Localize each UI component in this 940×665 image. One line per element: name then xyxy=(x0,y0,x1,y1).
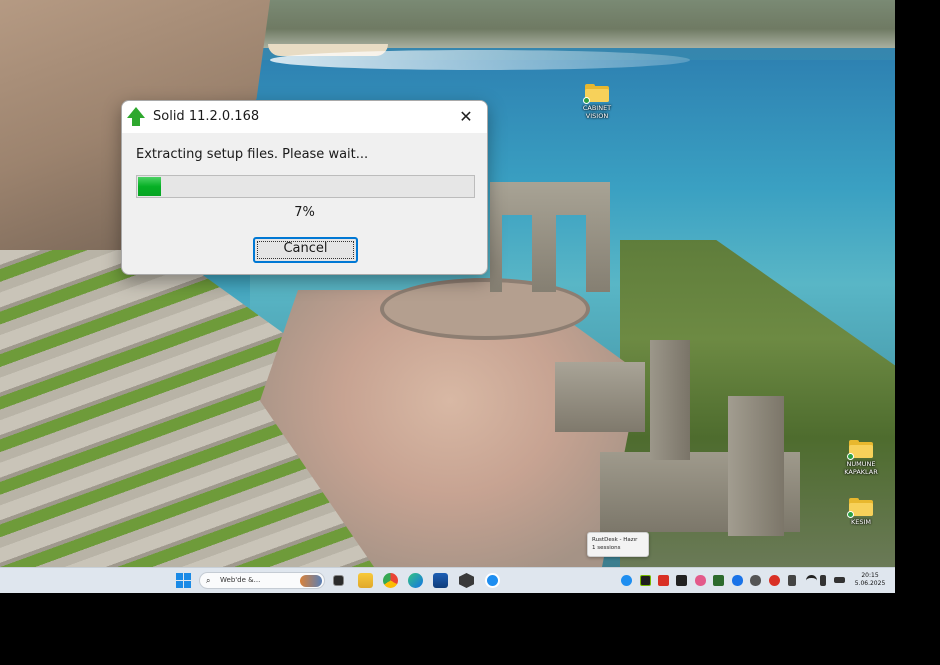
cloud-icon[interactable] xyxy=(750,575,761,586)
volume-icon[interactable] xyxy=(820,575,826,586)
desktop-icon-label: KESIM xyxy=(850,518,872,526)
desktop-icon-kesim[interactable]: KESIM xyxy=(836,498,886,526)
rustdesk-icon[interactable] xyxy=(485,573,500,588)
bluetooth-icon[interactable] xyxy=(732,575,743,586)
wallpaper-column xyxy=(728,396,784,536)
display-icon[interactable] xyxy=(713,575,724,586)
rustdesk-tray-icon[interactable] xyxy=(621,575,632,586)
store-icon[interactable] xyxy=(433,573,448,588)
progress-bar xyxy=(136,175,475,198)
wallpaper-stage-circle xyxy=(380,278,590,340)
desktop-icon-numune-kapaklar[interactable]: NUMUNE KAPAKLAR xyxy=(836,440,886,476)
search-placeholder: Web'de &... xyxy=(220,576,261,584)
folder-icon xyxy=(847,440,873,460)
security-icon[interactable] xyxy=(676,575,687,586)
folder-icon xyxy=(583,84,609,104)
wallpaper-headland xyxy=(200,0,895,48)
nvidia-icon[interactable] xyxy=(640,575,651,586)
desktop-icon-label: VISION xyxy=(585,112,609,120)
battery-icon[interactable] xyxy=(834,577,845,583)
wallpaper-column xyxy=(650,340,690,460)
taskbar-clock[interactable]: 20:15 5.06.2025 xyxy=(850,572,890,588)
audio-wave-icon[interactable] xyxy=(695,575,706,586)
search-icon: ⌕ xyxy=(206,576,211,585)
search-highlight-icon xyxy=(300,575,322,587)
defender-icon[interactable] xyxy=(769,575,780,586)
folder-icon xyxy=(847,498,873,518)
green-up-arrow-icon xyxy=(127,107,145,127)
tooltip-title: RustDesk - Hazır xyxy=(592,537,638,543)
clock-time: 20:15 xyxy=(861,572,879,579)
dialog-titlebar[interactable]: Solid 11.2.0.168 ✕ xyxy=(122,101,487,133)
wallpaper-surf xyxy=(270,50,690,70)
rustdesk-tooltip: RustDesk - Hazır 1 sessions xyxy=(587,532,649,557)
chrome-icon[interactable] xyxy=(383,573,398,588)
extract-dialog: Solid 11.2.0.168 ✕ Extracting setup file… xyxy=(121,100,488,275)
app-icon[interactable] xyxy=(459,573,474,588)
progress-percent: 7% xyxy=(294,205,315,220)
taskbar-search[interactable]: ⌕ Web'de &... xyxy=(199,572,325,589)
desktop: CABINET VISION NUMUNE KAPAKLAR KESIM Rus… xyxy=(0,0,895,567)
cancel-button[interactable]: Cancel xyxy=(253,237,358,263)
usb-icon[interactable] xyxy=(788,575,796,586)
close-button[interactable]: ✕ xyxy=(445,101,487,133)
clock-date: 5.06.2025 xyxy=(854,580,886,587)
progress-fill xyxy=(138,177,161,196)
task-view-icon[interactable] xyxy=(333,575,344,586)
edge-icon[interactable] xyxy=(408,573,423,588)
desktop-icon-label: CABINET xyxy=(582,104,612,112)
dialog-message: Extracting setup files. Please wait... xyxy=(136,147,369,162)
tooltip-subtitle: 1 sessions xyxy=(592,545,621,551)
wifi-icon[interactable] xyxy=(806,575,817,586)
desktop-icon-label: KAPAKLAR xyxy=(844,468,878,476)
desktop-icon-label: NUMUNE xyxy=(846,460,876,468)
dialog-title: Solid 11.2.0.168 xyxy=(153,109,260,124)
start-icon[interactable] xyxy=(176,573,191,588)
focus-rect xyxy=(257,241,354,259)
file-explorer-icon[interactable] xyxy=(358,573,373,588)
desktop-icon-cabinet-vision[interactable]: CABINET VISION xyxy=(572,84,622,120)
taskbar: ⌕ Web'de &... 20:15 5.06.2025 xyxy=(0,567,895,593)
wallpaper-stone-block xyxy=(555,362,645,432)
app-tray-icon[interactable] xyxy=(658,575,669,586)
